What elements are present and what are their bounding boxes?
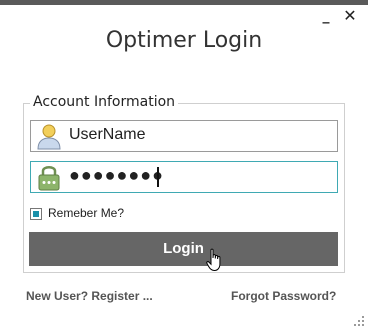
minimize-button[interactable]: _	[318, 7, 334, 25]
window-top-bar	[0, 0, 368, 5]
login-button[interactable]: Login	[29, 232, 338, 266]
password-value: ●●●●●●●●	[69, 165, 164, 185]
forgot-password-link[interactable]: Forgot Password?	[231, 289, 336, 303]
username-field[interactable]: UserName	[30, 120, 338, 152]
lock-icon	[38, 166, 60, 191]
resize-grip-icon[interactable]	[352, 314, 366, 328]
register-link[interactable]: New User? Register ...	[26, 289, 153, 303]
window-title: Optimer Login	[105, 28, 263, 53]
hand-cursor-icon	[206, 248, 221, 272]
checkbox-fill	[33, 211, 39, 217]
remember-checkbox[interactable]	[30, 208, 42, 220]
username-value: UserName	[69, 126, 146, 143]
remember-label[interactable]: Remeber Me?	[48, 206, 124, 220]
text-caret	[157, 167, 159, 187]
password-field[interactable]: ●●●●●●●●	[30, 161, 338, 193]
close-button[interactable]: ✕	[342, 7, 358, 25]
user-icon	[37, 124, 61, 150]
account-info-legend: Account Information	[30, 94, 179, 110]
